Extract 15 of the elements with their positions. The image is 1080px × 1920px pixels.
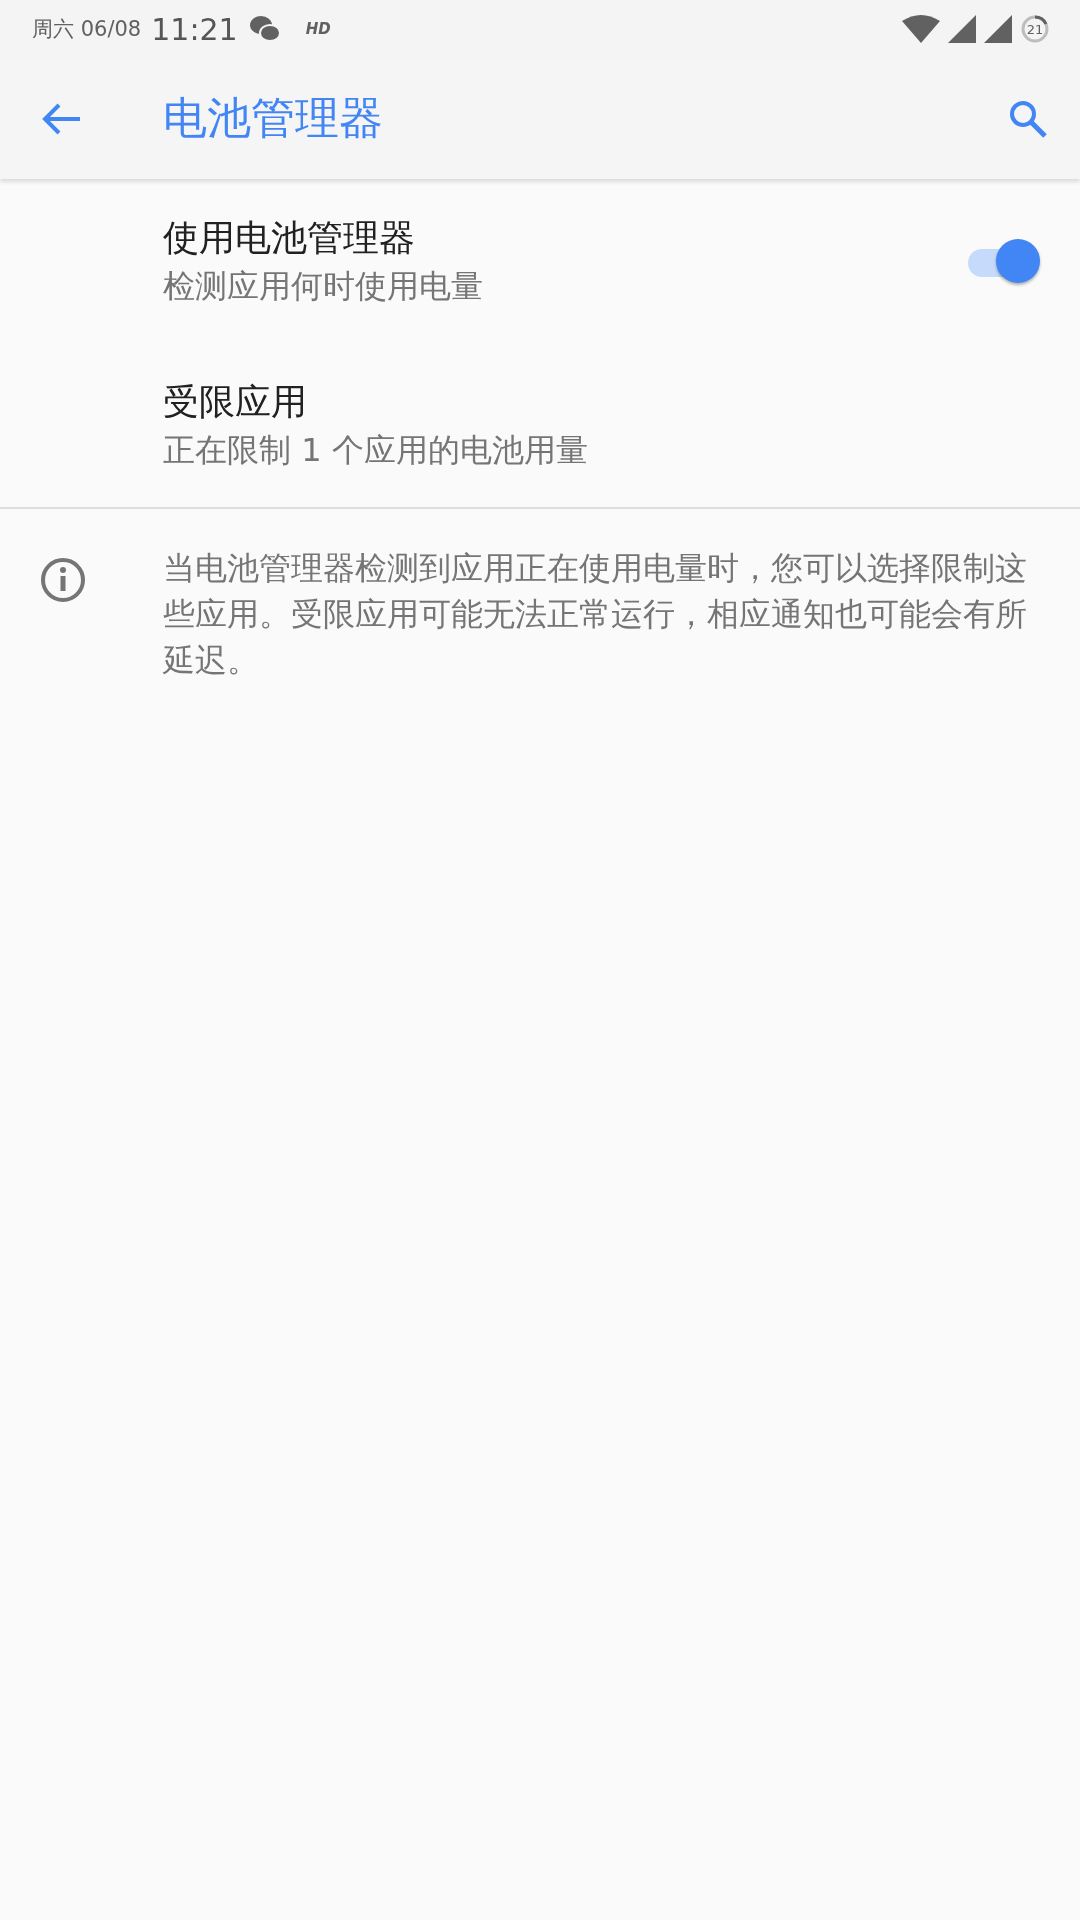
hd-label: HD [305,20,331,38]
status-time: 11:21 [151,11,238,47]
preference-title: 受限应用 [163,379,308,424]
battery-icon: 21 [1020,14,1050,44]
preference-summary: 检测应用何时使用电量 [163,265,484,307]
preference-summary: 正在限制 1 个应用的电池用量 [163,429,589,471]
info-text: 当电池管理器检测到应用正在使用电量时，您可以选择限制这些应用。受限应用可能无法正常运行，相应通知也可能会有所延迟。 [163,548,1028,681]
wifi-icon [902,15,940,43]
status-date: 周六 06/08 [32,16,142,43]
preference-title: 使用电池管理器 [163,215,416,260]
info-icon [40,557,86,603]
signal-icon [948,15,976,43]
screen-title: 电池管理器 [163,91,384,145]
signal-icon [984,15,1012,43]
back-arrow-icon [42,101,82,136]
